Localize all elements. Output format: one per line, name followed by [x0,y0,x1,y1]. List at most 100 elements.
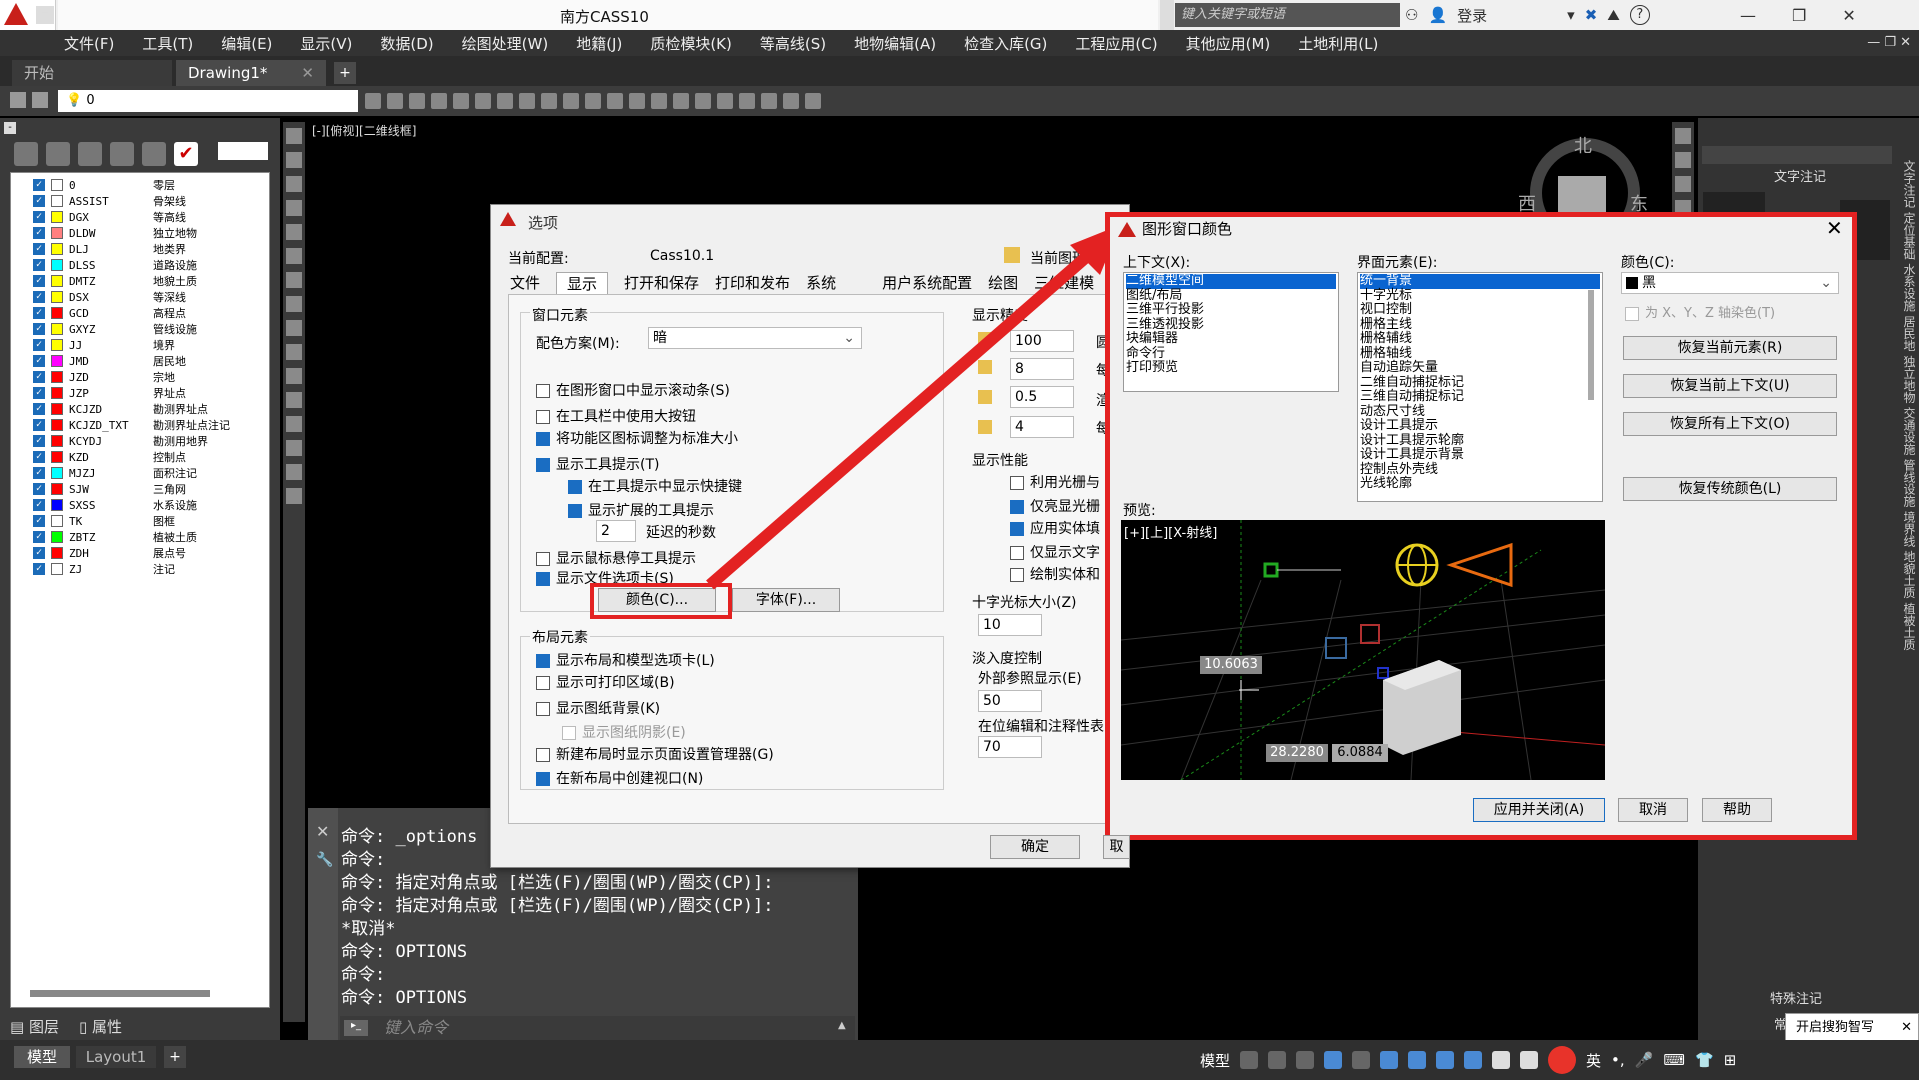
menu-drawing[interactable]: 绘图处理(W) [448,33,563,54]
model-tab[interactable]: 模型 [14,1046,70,1068]
tooltips-checkbox[interactable]: 显示工具提示(T) [536,454,659,474]
annotation-icon[interactable] [1464,1051,1483,1069]
add-layout-button[interactable]: + [164,1046,186,1068]
element-item[interactable]: 动态尺寸线 [1360,404,1600,420]
rollover-tooltip-checkbox[interactable]: 显示鼠标悬停工具提示 [536,548,696,568]
tool-icon[interactable] [739,93,755,109]
chevron-up-icon[interactable]: ▲ [838,1020,846,1031]
tool-icon[interactable] [805,93,821,109]
tool-icon[interactable] [541,93,557,109]
layer-visible-checkbox[interactable]: ✓ [33,499,45,511]
tool-icon[interactable] [286,224,302,240]
layer-combo[interactable]: 💡 0 [58,90,358,112]
layer-color-swatch[interactable] [51,435,63,447]
printable-area-checkbox[interactable]: 显示可打印区域(B) [536,672,675,692]
layer-color-swatch[interactable] [51,515,63,527]
cancel-button[interactable]: 取消 [1618,798,1688,822]
tool-icon[interactable] [673,93,689,109]
lineweight-icon[interactable] [1436,1051,1455,1069]
layer-color-swatch[interactable] [51,371,63,383]
exchange-icon[interactable]: ✖ [1585,6,1598,24]
layer-row[interactable]: ✓ ASSIST 骨架线 [11,193,269,209]
layer-visible-checkbox[interactable]: ✓ [33,291,45,303]
layer-color-swatch[interactable] [51,403,63,415]
layer-visible-checkbox[interactable]: ✓ [33,259,45,271]
layer-color-swatch[interactable] [51,307,63,319]
layer-row[interactable]: ✓ SJW 三角网 [11,481,269,497]
element-item[interactable]: 统一背景 [1360,273,1600,289]
layer-row[interactable]: ✓ KCJZD_TXT 勘测界址点注记 [11,417,269,433]
layer-visible-checkbox[interactable]: ✓ [33,563,45,575]
options-cancel-button[interactable]: 取消 [1103,835,1130,859]
layer-row[interactable]: ✓ JMD 居民地 [11,353,269,369]
tool-icon[interactable] [519,93,535,109]
xref-input[interactable]: 50 [978,690,1042,712]
layer-search-input[interactable] [218,142,268,160]
tool-icon[interactable] [286,152,302,168]
layer-color-swatch[interactable] [51,531,63,543]
layer-color-swatch[interactable] [51,387,63,399]
restore-context-button[interactable]: 恢复当前上下文(U) [1623,374,1837,398]
layer-visible-checkbox[interactable]: ✓ [33,435,45,447]
create-viewport-checkbox[interactable]: 在新布局中创建视口(N) [536,768,703,788]
context-item[interactable]: 块编辑器 [1126,331,1336,347]
close-icon[interactable]: ✕ [301,60,314,86]
tool-icon[interactable] [409,93,425,109]
tool-icon[interactable] [563,93,579,109]
polar-icon[interactable] [1324,1051,1343,1069]
color-select[interactable]: 黑 ⌄ [1621,272,1839,294]
ime-lang[interactable]: 英 [1586,1050,1601,1071]
menu-cadastre[interactable]: 地籍(J) [562,33,636,54]
layer-visible-checkbox[interactable]: ✓ [33,515,45,527]
tab-open-save[interactable]: 打开和保存 [624,272,699,294]
layer-color-swatch[interactable] [51,467,63,479]
annotation-scale-icon[interactable] [1520,1051,1539,1069]
layer-row[interactable]: ✓ ZJ 注记 [11,561,269,577]
tool-icon[interactable] [585,93,601,109]
restore-classic-button[interactable]: 恢复传统颜色(L) [1623,477,1837,501]
layer-color-swatch[interactable] [51,499,63,511]
chevron-down-icon[interactable]: ▾ [1567,6,1575,24]
tool-icon[interactable] [1675,152,1691,168]
new-layer-icon[interactable] [14,142,38,166]
layer-visible-checkbox[interactable]: ✓ [33,179,45,191]
context-item[interactable]: 三维平行投影 [1126,302,1336,318]
layer-delete-icon[interactable] [142,142,166,166]
tool-icon[interactable] [651,93,667,109]
layer-visible-checkbox[interactable]: ✓ [33,451,45,463]
element-item[interactable]: 设计工具提示 [1360,418,1600,434]
expand-arrow-icon[interactable]: ▶ [1160,0,1174,30]
layer-color-swatch[interactable] [51,483,63,495]
shirt-icon[interactable]: 👕 [1695,1051,1714,1069]
tool-icon[interactable] [387,93,403,109]
tool-icon[interactable] [453,93,469,109]
tool-icon[interactable] [497,93,513,109]
ok-button[interactable]: 确定 [990,835,1080,859]
element-item[interactable]: 设计工具提示轮廓 [1360,433,1600,449]
layer-color-swatch[interactable] [51,547,63,559]
tool-icon[interactable] [286,368,302,384]
layer-color-swatch[interactable] [51,227,63,239]
tool-icon[interactable] [286,392,302,408]
layer-row[interactable]: ✓ JZP 界址点 [11,385,269,401]
layer-row[interactable]: ✓ GCD 高程点 [11,305,269,321]
layer-row[interactable]: ✓ DLJ 地类界 [11,241,269,257]
layers-tab[interactable]: ▤ 图层 [10,1016,59,1037]
context-item[interactable]: 打印预览 [1126,360,1336,376]
layer-visible-checkbox[interactable]: ✓ [33,195,45,207]
app-menu-button[interactable]: ▾ [0,0,56,30]
command-prompt-icon[interactable]: ▸_ [344,1020,368,1036]
menu-view[interactable]: 显示(V) [286,33,366,54]
punctuation-icon[interactable]: •, [1611,1051,1625,1069]
menu-other[interactable]: 其他应用(M) [1172,33,1285,54]
layer-row[interactable]: ✓ SXSS 水系设施 [11,497,269,513]
layer-row[interactable]: ✓ KCJZD 勘测界址点 [11,401,269,417]
layer-visible-checkbox[interactable]: ✓ [33,227,45,239]
layer-row[interactable]: ✓ ZBTZ 植被土质 [11,529,269,545]
menu-feature-edit[interactable]: 地物编辑(A) [840,33,950,54]
restore-icon[interactable]: ❐ [1792,6,1806,25]
element-item[interactable]: 栅格主线 [1360,317,1600,333]
layer-filter-icon[interactable] [46,142,70,166]
element-item[interactable]: 控制点外壳线 [1360,462,1600,478]
tint-axes-checkbox[interactable]: 为 X、Y、Z 轴染色(T) [1625,302,1775,321]
